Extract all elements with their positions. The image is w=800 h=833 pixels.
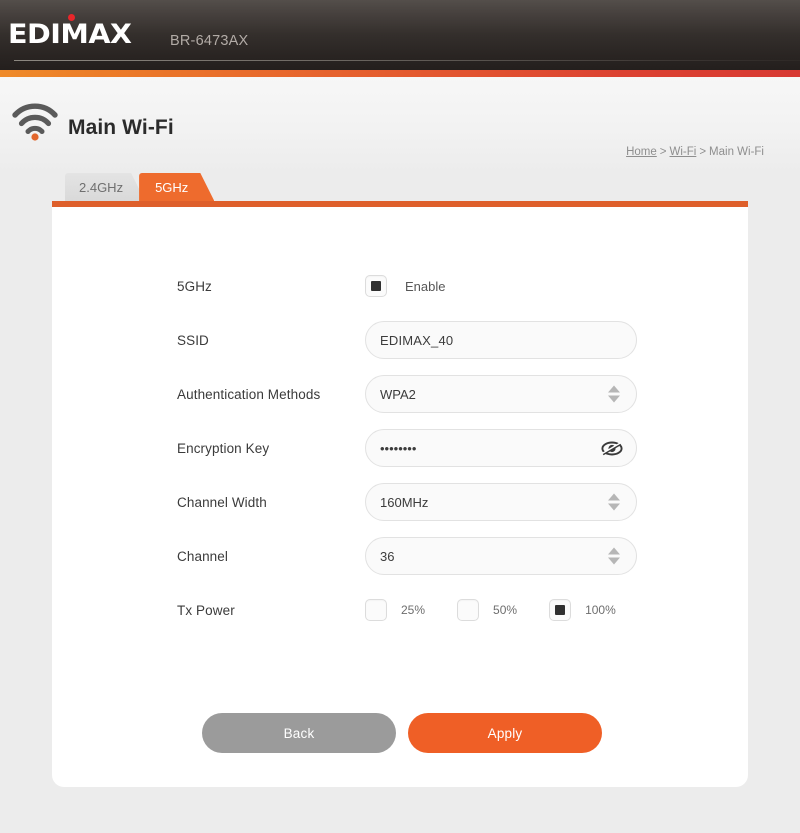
checkbox-check-icon	[371, 281, 381, 291]
field-ssid	[365, 321, 748, 359]
header-divider	[14, 60, 800, 61]
page-title: Main Wi-Fi	[68, 116, 174, 139]
tab-5ghz-label: 5GHz	[155, 179, 189, 195]
encryption-key-value[interactable]: ••••••••	[380, 441, 416, 456]
device-model-label: BR-6473AX	[170, 33, 249, 49]
tx-power-option-50[interactable]: 50%	[457, 599, 517, 621]
wifi-settings-form: 5GHz Enable SSID Authent	[52, 231, 748, 753]
tx-power-label-25: 25%	[401, 603, 426, 617]
channel-width-value: 160MHz	[380, 494, 429, 510]
eye-slash-icon[interactable]	[601, 440, 623, 456]
tx-power-label-100: 100%	[585, 603, 616, 617]
chevron-down-icon	[608, 395, 620, 403]
breadcrumb-link-wifi[interactable]: Wi-Fi	[670, 146, 697, 158]
tx-power-checkbox-100[interactable]	[549, 599, 572, 621]
row-ssid: SSID	[52, 313, 748, 367]
channel-stepper-icon[interactable]	[608, 547, 620, 565]
chevron-up-icon	[608, 493, 620, 501]
channel-width-select[interactable]: 160MHz	[365, 483, 637, 521]
channel-width-stepper-icon[interactable]	[608, 493, 620, 511]
breadcrumb-separator-1: >	[659, 146, 667, 158]
row-channel-width: Channel Width 160MHz	[52, 475, 748, 529]
edimax-logo-text: EDIMAX	[8, 19, 132, 50]
row-tx-power: Tx Power 25% 50% 100%	[52, 583, 748, 637]
field-encryption-key: ••••••••	[365, 429, 748, 467]
auth-method-value: WPA2	[380, 386, 416, 402]
label-ssid: SSID	[177, 332, 209, 348]
checkbox-check-icon	[555, 605, 566, 615]
tx-power-checkbox-50[interactable]	[457, 599, 480, 621]
tx-power-option-100[interactable]: 100%	[549, 599, 616, 621]
page-header: Main Wi-Fi Home > Wi-Fi > Main Wi-Fi	[0, 77, 800, 173]
row-auth-method: Authentication Methods WPA2	[52, 367, 748, 421]
label-channel-width: Channel Width	[177, 494, 267, 510]
auth-method-select[interactable]: WPA2	[365, 375, 637, 413]
accent-stripe	[0, 70, 800, 77]
breadcrumb: Home > Wi-Fi > Main Wi-Fi	[626, 146, 764, 158]
tab-2-4ghz[interactable]: 2.4GHz	[65, 173, 145, 201]
chevron-down-icon	[608, 557, 620, 565]
chevron-up-icon	[608, 547, 620, 555]
row-channel: Channel 36	[52, 529, 748, 583]
band-tabs: 2.4GHz 5GHz	[65, 173, 748, 201]
field-tx-power: 25% 50% 100%	[365, 599, 748, 621]
auth-method-stepper-icon[interactable]	[608, 385, 620, 403]
tx-power-checkbox-25[interactable]	[365, 599, 387, 621]
tab-2-4ghz-label: 2.4GHz	[79, 179, 124, 195]
logo-red-dot-icon	[68, 14, 75, 21]
chevron-up-icon	[608, 385, 620, 393]
field-band-enable: Enable	[365, 275, 748, 297]
settings-panel: 5GHz Enable SSID Authent	[52, 207, 748, 787]
ssid-input[interactable]	[380, 332, 622, 348]
chevron-down-icon	[608, 503, 620, 511]
field-auth-method: WPA2	[365, 375, 748, 413]
back-button[interactable]: Back	[202, 713, 396, 753]
band-enable-checkbox[interactable]	[365, 275, 387, 297]
label-tx-power: Tx Power	[177, 602, 235, 618]
app-header: EDIMAX BR-6473AX	[0, 0, 800, 70]
breadcrumb-separator-2: >	[699, 146, 707, 158]
channel-value: 36	[380, 548, 395, 564]
apply-button[interactable]: Apply	[408, 713, 602, 753]
edimax-logo[interactable]: EDIMAX	[8, 14, 132, 48]
band-enable-label: Enable	[405, 278, 446, 294]
page-title-block: Main Wi-Fi	[12, 103, 174, 141]
tab-5ghz[interactable]: 5GHz	[139, 173, 214, 201]
tx-power-group: 25% 50% 100%	[365, 599, 616, 621]
content-area: 2.4GHz 5GHz 5GHz Enable SSID EDIMAX_40 A…	[0, 173, 800, 787]
label-encryption-key: Encryption Key	[177, 440, 270, 456]
breadcrumb-current: Main Wi-Fi	[709, 146, 764, 158]
tx-power-label-50: 50%	[493, 603, 518, 617]
label-channel: Channel	[177, 548, 228, 564]
form-actions: Back Apply	[52, 713, 748, 753]
label-auth-method: Authentication Methods	[177, 386, 321, 402]
label-band: 5GHz	[177, 278, 212, 294]
encryption-key-input-wrapper: ••••••••	[365, 429, 637, 467]
ssid-input-wrapper	[365, 321, 637, 359]
field-channel: 36	[365, 537, 748, 575]
tx-power-option-25[interactable]: 25%	[365, 599, 425, 621]
wifi-icon	[12, 103, 58, 141]
breadcrumb-link-home[interactable]: Home	[626, 146, 657, 158]
channel-select[interactable]: 36	[365, 537, 637, 575]
row-band-enable: 5GHz Enable	[52, 259, 748, 313]
field-channel-width: 160MHz	[365, 483, 748, 521]
row-encryption-key: Encryption Key ••••••••	[52, 421, 748, 475]
